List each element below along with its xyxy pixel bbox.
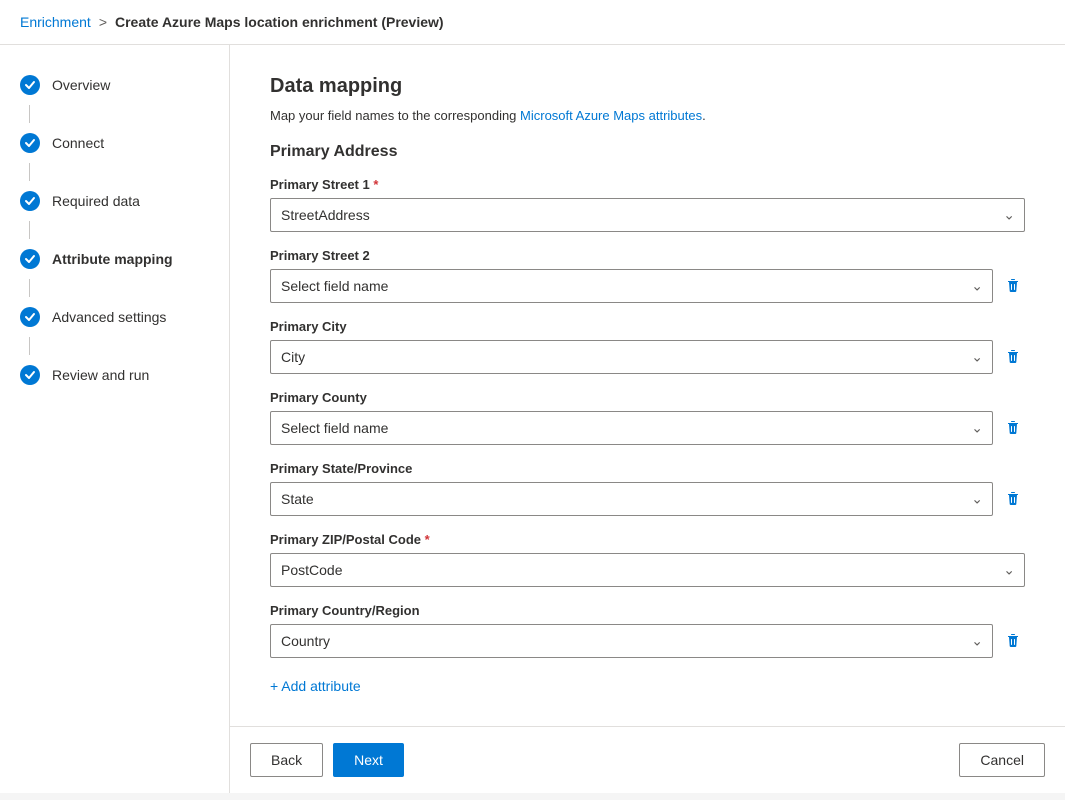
check-icon-connect <box>20 133 40 153</box>
field-row-primary-city: City ⌄ <box>270 340 1025 374</box>
next-button[interactable]: Next <box>333 743 404 777</box>
page-title: Data mapping <box>270 75 1025 98</box>
footer: Back Next Cancel <box>230 726 1065 793</box>
select-wrapper-country: Country ⌄ <box>270 624 993 658</box>
select-wrapper-state: State ⌄ <box>270 482 993 516</box>
subtitle-end: . <box>702 108 706 123</box>
check-icon-advanced-settings <box>20 307 40 327</box>
sidebar-item-review-and-run[interactable]: Review and run <box>0 355 229 395</box>
sidebar-divider-2 <box>29 163 30 181</box>
field-group-primary-state: Primary State/Province State ⌄ <box>270 461 1025 516</box>
field-label-primary-county: Primary County <box>270 390 1025 405</box>
sidebar-item-advanced-settings[interactable]: Advanced settings <box>0 297 229 337</box>
delete-button-state[interactable] <box>1001 487 1025 511</box>
select-primary-street-2[interactable]: Select field name <box>270 269 993 303</box>
content-area: Data mapping Map your field names to the… <box>230 45 1065 793</box>
select-wrapper-street-1: StreetAddress ⌄ <box>270 198 1025 232</box>
field-row-primary-country: Country ⌄ <box>270 624 1025 658</box>
sidebar-item-attribute-mapping[interactable]: Attribute mapping <box>0 239 229 279</box>
field-label-primary-street-1: Primary Street 1 * <box>270 177 1025 192</box>
check-icon-required-data <box>20 191 40 211</box>
primary-address-title: Primary Address <box>270 143 1025 161</box>
header: Enrichment > Create Azure Maps location … <box>0 0 1065 45</box>
check-icon-attribute-mapping <box>20 249 40 269</box>
field-label-primary-city: Primary City <box>270 319 1025 334</box>
sidebar-divider-1 <box>29 105 30 123</box>
field-group-primary-city: Primary City City ⌄ <box>270 319 1025 374</box>
select-wrapper-zip: PostCode ⌄ <box>270 553 1025 587</box>
check-icon-review-and-run <box>20 365 40 385</box>
field-row-primary-street-1: StreetAddress ⌄ <box>270 198 1025 232</box>
subtitle-text: Map your field names to the correspondin… <box>270 108 520 123</box>
sidebar-item-overview[interactable]: Overview <box>0 65 229 105</box>
sidebar-label-advanced-settings: Advanced settings <box>52 309 166 325</box>
select-primary-street-1[interactable]: StreetAddress <box>270 198 1025 232</box>
field-label-primary-state: Primary State/Province <box>270 461 1025 476</box>
field-row-primary-zip: PostCode ⌄ <box>270 553 1025 587</box>
azure-maps-link[interactable]: Microsoft Azure Maps attributes <box>520 108 702 123</box>
delete-button-city[interactable] <box>1001 345 1025 369</box>
section-subtitle: Map your field names to the correspondin… <box>270 108 1025 123</box>
select-primary-state[interactable]: State <box>270 482 993 516</box>
back-button[interactable]: Back <box>250 743 323 777</box>
field-row-primary-county: Select field name ⌄ <box>270 411 1025 445</box>
field-label-primary-country: Primary Country/Region <box>270 603 1025 618</box>
sidebar-item-required-data[interactable]: Required data <box>0 181 229 221</box>
select-primary-city[interactable]: City <box>270 340 993 374</box>
field-group-primary-country: Primary Country/Region Country ⌄ <box>270 603 1025 658</box>
sidebar-label-required-data: Required data <box>52 193 140 209</box>
sidebar-label-connect: Connect <box>52 135 104 151</box>
field-group-primary-street-2: Primary Street 2 Select field name ⌄ <box>270 248 1025 303</box>
sidebar-divider-5 <box>29 337 30 355</box>
field-group-primary-county: Primary County Select field name ⌄ <box>270 390 1025 445</box>
field-group-primary-zip: Primary ZIP/Postal Code * PostCode ⌄ <box>270 532 1025 587</box>
delete-button-county[interactable] <box>1001 416 1025 440</box>
field-row-primary-state: State ⌄ <box>270 482 1025 516</box>
add-attribute-button[interactable]: + Add attribute <box>270 674 361 698</box>
select-wrapper-street-2: Select field name ⌄ <box>270 269 993 303</box>
check-icon-overview <box>20 75 40 95</box>
delete-button-country[interactable] <box>1001 629 1025 653</box>
select-primary-county[interactable]: Select field name <box>270 411 993 445</box>
sidebar: Overview Connect Required data Attribute… <box>0 45 230 793</box>
field-group-primary-street-1: Primary Street 1 * StreetAddress ⌄ <box>270 177 1025 232</box>
main-content: Data mapping Map your field names to the… <box>230 45 1065 726</box>
select-wrapper-county: Select field name ⌄ <box>270 411 993 445</box>
breadcrumb: Enrichment > Create Azure Maps location … <box>20 14 444 30</box>
select-primary-zip[interactable]: PostCode <box>270 553 1025 587</box>
delete-button-street-2[interactable] <box>1001 274 1025 298</box>
required-marker-zip: * <box>425 532 430 547</box>
sidebar-item-connect[interactable]: Connect <box>0 123 229 163</box>
sidebar-divider-3 <box>29 221 30 239</box>
main-layout: Overview Connect Required data Attribute… <box>0 45 1065 793</box>
sidebar-label-review-and-run: Review and run <box>52 367 149 383</box>
breadcrumb-separator: > <box>99 14 107 30</box>
field-label-primary-zip: Primary ZIP/Postal Code * <box>270 532 1025 547</box>
sidebar-divider-4 <box>29 279 30 297</box>
cancel-button[interactable]: Cancel <box>959 743 1045 777</box>
select-wrapper-city: City ⌄ <box>270 340 993 374</box>
breadcrumb-current-page: Create Azure Maps location enrichment (P… <box>115 14 444 30</box>
required-marker-street-1: * <box>373 177 378 192</box>
select-primary-country[interactable]: Country <box>270 624 993 658</box>
footer-left-actions: Back Next <box>250 743 404 777</box>
field-row-primary-street-2: Select field name ⌄ <box>270 269 1025 303</box>
sidebar-label-overview: Overview <box>52 77 110 93</box>
breadcrumb-enrichment-link[interactable]: Enrichment <box>20 14 91 30</box>
sidebar-label-attribute-mapping: Attribute mapping <box>52 251 173 267</box>
field-label-primary-street-2: Primary Street 2 <box>270 248 1025 263</box>
